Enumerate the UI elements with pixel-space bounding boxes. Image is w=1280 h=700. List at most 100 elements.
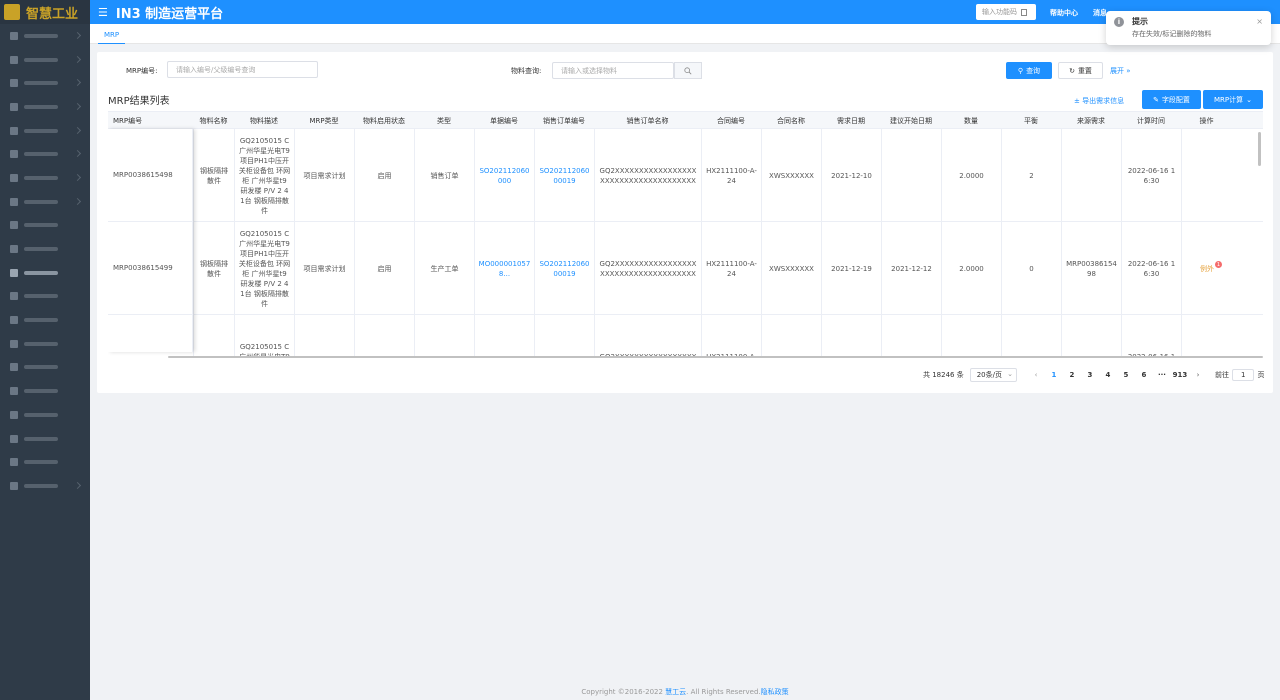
- menu-icon: [10, 292, 18, 301]
- table-cell-sales-order-no[interactable]: [534, 315, 594, 358]
- sidebar-item-label: [24, 412, 58, 417]
- sidebar-item[interactable]: [0, 237, 90, 261]
- column-header: 合同名称: [777, 116, 805, 125]
- sidebar-item[interactable]: [0, 332, 90, 356]
- table-cell-doc-no[interactable]: [474, 315, 534, 358]
- total-count: 共 18246 条: [923, 371, 964, 379]
- mrp-calc-button[interactable]: MRP计算 ⌄: [1203, 90, 1263, 109]
- tab-mrp[interactable]: MRP: [98, 27, 126, 44]
- hamburger-icon[interactable]: ☰: [98, 6, 108, 19]
- sidebar-item[interactable]: [0, 403, 90, 427]
- sidebar-item[interactable]: [0, 427, 90, 451]
- page-number[interactable]: 6: [1135, 371, 1153, 379]
- function-code-input[interactable]: 输入功能码: [976, 4, 1036, 20]
- table-row[interactable]: GQ2105015 C 广州华星光电T9 项目PH1中压开关柜设备包 环 GQ2X…: [108, 315, 1263, 358]
- mrp-no-input[interactable]: 请输入编号/父级编号查询: [167, 61, 318, 78]
- chevron-icon: [73, 197, 82, 205]
- sidebar-item[interactable]: [0, 24, 90, 48]
- main-card: MRP编号: 请输入编号/父级编号查询 物料查询: 请输入或选择物料 ⚲ 查询 ↻…: [97, 52, 1273, 393]
- field-config-button[interactable]: ✎ 字段配置: [1142, 90, 1201, 109]
- sidebar-item[interactable]: [0, 214, 90, 238]
- menu-icon: [10, 410, 18, 419]
- table-cell-op[interactable]: [1181, 129, 1232, 222]
- sidebar-item[interactable]: [0, 119, 90, 143]
- horizontal-scrollbar[interactable]: [168, 356, 1263, 358]
- toast-title: 提示: [1132, 17, 1148, 26]
- sidebar-item[interactable]: [0, 48, 90, 72]
- close-icon[interactable]: ×: [1256, 17, 1263, 26]
- table-cell-sales-order-no[interactable]: SO20211206000019: [534, 129, 594, 222]
- sidebar-item[interactable]: [0, 450, 90, 474]
- sidebar-item[interactable]: [0, 261, 90, 285]
- app-title: IN3 制造运营平台: [115, 6, 224, 22]
- page-number[interactable]: ···: [1153, 371, 1171, 379]
- table-cell-contract-no: HX2111100-A-1: [701, 315, 761, 358]
- material-search-button[interactable]: [674, 62, 702, 79]
- menu-icon: [10, 102, 18, 111]
- sidebar-item-label: [24, 175, 58, 180]
- sidebar-item[interactable]: [0, 95, 90, 119]
- table-cell-material-desc: GQ2105015 C 广州华星光电T9 项目PH1中压开关柜设备包 环网柜 广…: [234, 222, 294, 315]
- sidebar-item[interactable]: [0, 71, 90, 95]
- column-header: MRP编号: [113, 116, 143, 125]
- table-cell-sales-order-no[interactable]: SO20211206000019: [534, 222, 594, 315]
- expand-link[interactable]: 展开 »: [1110, 66, 1131, 76]
- help-center-link[interactable]: 帮助中心: [1050, 8, 1078, 18]
- query-button[interactable]: ⚲ 查询: [1006, 62, 1052, 79]
- footer: Copyright ©2016-2022 慧工云. All Rights Res…: [581, 688, 789, 696]
- page-number[interactable]: 5: [1117, 371, 1135, 379]
- table-cell-mrp-type: [294, 315, 354, 358]
- table-row[interactable]: 钢板隔排散件 GQ2105015 C 广州华星光电T9 项目PH1中压开关柜设备包…: [108, 129, 1263, 222]
- message-link[interactable]: 消息: [1093, 8, 1107, 18]
- sidebar-item[interactable]: [0, 356, 90, 380]
- sidebar-item-label: [24, 341, 58, 346]
- table-cell-contract-name: XWSXXXXXX: [761, 129, 821, 222]
- chevron-icon: [73, 150, 82, 158]
- page-list: 1 2 3 4 5 6 ··· 913: [1045, 371, 1189, 379]
- export-demand-link[interactable]: ± 导出需求信息: [1074, 96, 1124, 106]
- top-header: ☰ IN3 制造运营平台 输入功能码 帮助中心 消息: [90, 0, 1280, 24]
- sidebar-item[interactable]: [0, 474, 90, 498]
- exception-badge: 1: [1215, 261, 1222, 268]
- table-cell-material-desc: GQ2105015 C 广州华星光电T9 项目PH1中压开关柜设备包 环: [234, 315, 294, 358]
- sidebar-item-label: [24, 483, 58, 488]
- next-page-button[interactable]: ›: [1189, 371, 1207, 379]
- table-cell-suggest-start: 2021-12-12: [881, 222, 941, 315]
- privacy-link[interactable]: 隐私政策: [761, 688, 789, 696]
- goto-input[interactable]: 1: [1231, 369, 1255, 381]
- toast-message: 存在失效/标记删除的物料: [1132, 30, 1212, 38]
- page-number[interactable]: 2: [1063, 371, 1081, 379]
- vertical-scrollbar[interactable]: [1258, 132, 1261, 166]
- menu-icon: [10, 387, 18, 396]
- sidebar-item[interactable]: [0, 166, 90, 190]
- table-cell-qty: 2.0000: [941, 222, 1001, 315]
- table-cell-type: 生产工单: [414, 222, 474, 315]
- page-number[interactable]: 913: [1171, 371, 1189, 379]
- table-row[interactable]: 钢板隔排散件 GQ2105015 C 广州华星光电T9 项目PH1中压开关柜设备包…: [108, 222, 1263, 315]
- table-cell-calc-time: 2022-06-16 16:30: [1121, 222, 1181, 315]
- sidebar-item[interactable]: [0, 308, 90, 332]
- logo: 智慧工业: [0, 0, 90, 24]
- table-cell-balance: 0: [1001, 222, 1061, 315]
- sidebar-item[interactable]: [0, 142, 90, 166]
- table-cell-balance: [1001, 315, 1061, 358]
- table-cell-type: [414, 315, 474, 358]
- prev-page-button[interactable]: ‹: [1027, 371, 1045, 379]
- sidebar-item[interactable]: [0, 285, 90, 309]
- table-cell-doc-no[interactable]: SO202112060000: [474, 129, 534, 222]
- menu-icon: [10, 316, 18, 325]
- company-link[interactable]: 慧工云: [665, 688, 686, 696]
- page-number[interactable]: 1: [1045, 371, 1063, 379]
- table-cell-doc-no[interactable]: MO0000010578...: [474, 222, 534, 315]
- sidebar-item[interactable]: [0, 379, 90, 403]
- page-number[interactable]: 3: [1081, 371, 1099, 379]
- table-cell-sales-order-name: GQ2XXXXXXXXXXXXXXXXXXXX: [594, 315, 701, 358]
- table-cell-op[interactable]: 例外: [1181, 222, 1232, 315]
- chevron-icon: [73, 31, 82, 40]
- table-cell-op[interactable]: [1181, 315, 1232, 358]
- page-size-select[interactable]: 20条/页 ⌄: [969, 368, 1017, 382]
- reset-button[interactable]: ↻ 重置: [1058, 62, 1103, 79]
- sidebar-item[interactable]: [0, 190, 90, 214]
- material-input[interactable]: 请输入或选择物料: [552, 62, 674, 79]
- page-number[interactable]: 4: [1099, 371, 1117, 379]
